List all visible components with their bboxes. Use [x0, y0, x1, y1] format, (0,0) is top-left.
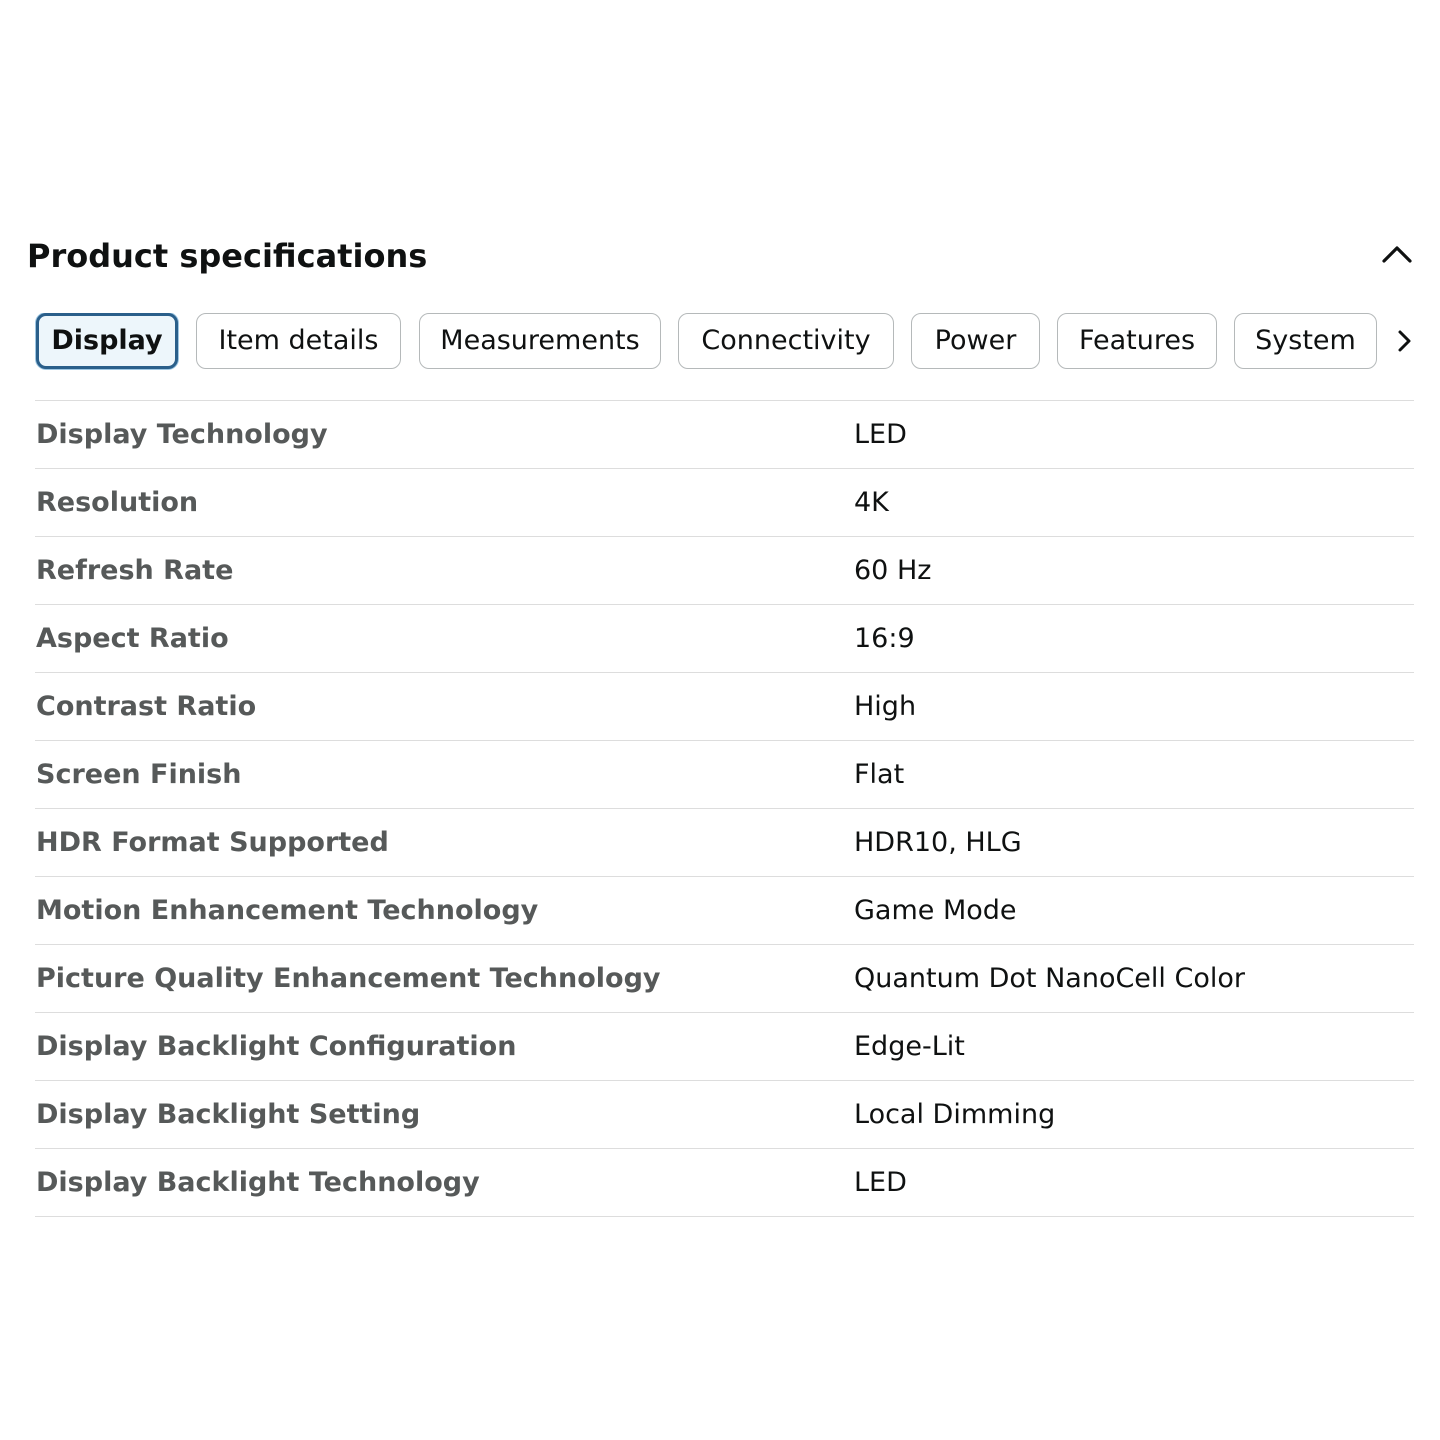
spec-value: Edge-Lit: [854, 1031, 965, 1062]
table-row: HDR Format Supported HDR10, HLG: [35, 809, 1414, 877]
tab-label: System: [1255, 325, 1356, 356]
spec-label: Contrast Ratio: [36, 691, 257, 722]
spec-value: 16:9: [854, 623, 915, 654]
spec-value: HDR10, HLG: [854, 827, 1022, 858]
spec-label: Motion Enhancement Technology: [36, 895, 539, 926]
tab-features[interactable]: Features: [1057, 313, 1217, 369]
spec-label: Resolution: [36, 487, 199, 518]
section-title: Product specifications: [27, 237, 428, 275]
table-row: Motion Enhancement Technology Game Mode: [35, 877, 1414, 945]
chevron-up-icon: [1382, 246, 1412, 263]
specifications-table: Display Technology LED Resolution 4K Refresh…: [35, 400, 1414, 1217]
tab-power[interactable]: Power: [911, 313, 1040, 369]
spec-label: Refresh Rate: [36, 555, 234, 586]
table-row: Refresh Rate 60 Hz: [35, 537, 1414, 605]
spec-label: Display Technology: [36, 419, 328, 450]
spec-label: Display Backlight Setting: [36, 1099, 421, 1130]
spec-label: Aspect Ratio: [36, 623, 229, 654]
chevron-right-icon: [1398, 330, 1411, 352]
spec-tabs: Display Item details Measurements Connec…: [35, 313, 1415, 373]
tab-label: Item details: [218, 325, 379, 356]
spec-value: Local Dimming: [854, 1099, 1056, 1130]
spec-label: Picture Quality Enhancement Technology: [36, 963, 661, 994]
spec-value: LED: [854, 419, 907, 450]
spec-label: Display Backlight Technology: [36, 1167, 480, 1198]
tab-connectivity[interactable]: Connectivity: [678, 313, 894, 369]
tab-label: Measurements: [440, 325, 640, 356]
spec-label: HDR Format Supported: [36, 827, 389, 858]
tab-system[interactable]: System: [1234, 313, 1377, 369]
tab-measurements[interactable]: Measurements: [419, 313, 661, 369]
spec-value: 4K: [854, 487, 889, 518]
spec-value: Game Mode: [854, 895, 1017, 926]
tab-display[interactable]: Display: [36, 313, 178, 369]
table-row: Display Technology LED: [35, 401, 1414, 469]
spec-value: LED: [854, 1167, 907, 1198]
table-row: Picture Quality Enhancement Technology Qu…: [35, 945, 1414, 1013]
tab-item-details[interactable]: Item details: [196, 313, 401, 369]
tab-label: Features: [1078, 325, 1196, 356]
table-row: Display Backlight Technology LED: [35, 1149, 1414, 1217]
spec-value: 60 Hz: [854, 555, 932, 586]
table-row: Aspect Ratio 16:9: [35, 605, 1414, 673]
table-row: Display Backlight Setting Local Dimming: [35, 1081, 1414, 1149]
table-row: Screen Finish Flat: [35, 741, 1414, 809]
product-specifications-page: Product specifications Display Item deta…: [0, 0, 1440, 1440]
table-row: Resolution 4K: [35, 469, 1414, 537]
spec-value: Flat: [854, 759, 905, 790]
tabs-scroll-right-button[interactable]: [1393, 313, 1415, 369]
table-row: Display Backlight Configuration Edge-Lit: [35, 1013, 1414, 1081]
collapse-button[interactable]: [1377, 234, 1417, 274]
specifications-header: Product specifications: [27, 230, 1417, 282]
spec-label: Screen Finish: [36, 759, 242, 790]
tab-label: Display: [51, 325, 163, 356]
spec-value: High: [854, 691, 917, 722]
tab-label: Power: [934, 325, 1017, 356]
tab-label: Connectivity: [701, 325, 871, 356]
spec-value: Quantum Dot NanoCell Color: [854, 963, 1245, 994]
spec-label: Display Backlight Configuration: [36, 1031, 517, 1062]
table-row: Contrast Ratio High: [35, 673, 1414, 741]
